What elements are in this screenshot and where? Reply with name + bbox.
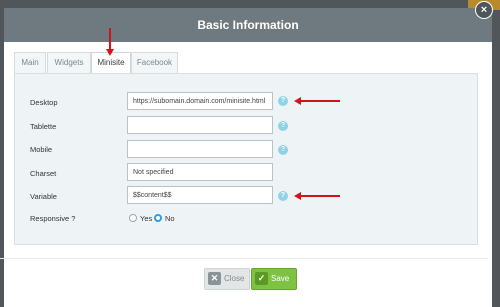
- close-button[interactable]: ✕ Close: [204, 268, 250, 290]
- save-button[interactable]: ✓ Save: [251, 268, 297, 290]
- responsive-yes-label: Yes: [140, 214, 153, 223]
- tablette-label: Tablette: [30, 122, 57, 131]
- desktop-help-icon[interactable]: ?: [278, 96, 288, 106]
- tab-main[interactable]: Main: [14, 52, 46, 73]
- variable-field[interactable]: $$content$$: [127, 186, 273, 204]
- save-button-label: Save: [271, 274, 290, 283]
- desktop-label: Desktop: [30, 98, 58, 107]
- tablette-field[interactable]: [127, 116, 273, 134]
- charset-label: Charset: [30, 169, 57, 178]
- tablette-help-icon[interactable]: ?: [278, 121, 288, 131]
- charset-select[interactable]: Not specified ▾: [127, 163, 273, 181]
- mobile-label: Mobile: [30, 145, 53, 154]
- responsive-no-label: No: [165, 214, 175, 223]
- desktop-url-field[interactable]: https://subomain.domain.com/minisite.htm…: [127, 92, 273, 110]
- annotation-arrow-tab: [106, 28, 114, 56]
- modal-title: Basic Information: [197, 18, 299, 32]
- footer-divider: [0, 258, 488, 259]
- close-icon[interactable]: ×: [475, 1, 493, 19]
- responsive-no-radio[interactable]: [154, 214, 162, 222]
- charset-selected-value: Not specified: [133, 169, 174, 176]
- annotation-arrow-desktop: [294, 97, 340, 105]
- variable-help-icon[interactable]: ?: [278, 191, 288, 201]
- tab-widgets[interactable]: Widgets: [47, 52, 91, 73]
- checkmark-icon: ✓: [255, 272, 268, 285]
- responsive-label: Responsive ?: [30, 214, 76, 223]
- responsive-yes-radio[interactable]: [129, 214, 137, 222]
- annotation-arrow-variable: [294, 192, 340, 200]
- modal-header: Basic Information: [4, 8, 492, 42]
- tab-facebook[interactable]: Facebook: [131, 52, 178, 73]
- variable-label: Variable: [30, 192, 57, 201]
- close-button-label: Close: [224, 274, 245, 283]
- mobile-field[interactable]: [127, 140, 273, 158]
- mobile-help-icon[interactable]: ?: [278, 145, 288, 155]
- x-icon: ✕: [208, 272, 221, 285]
